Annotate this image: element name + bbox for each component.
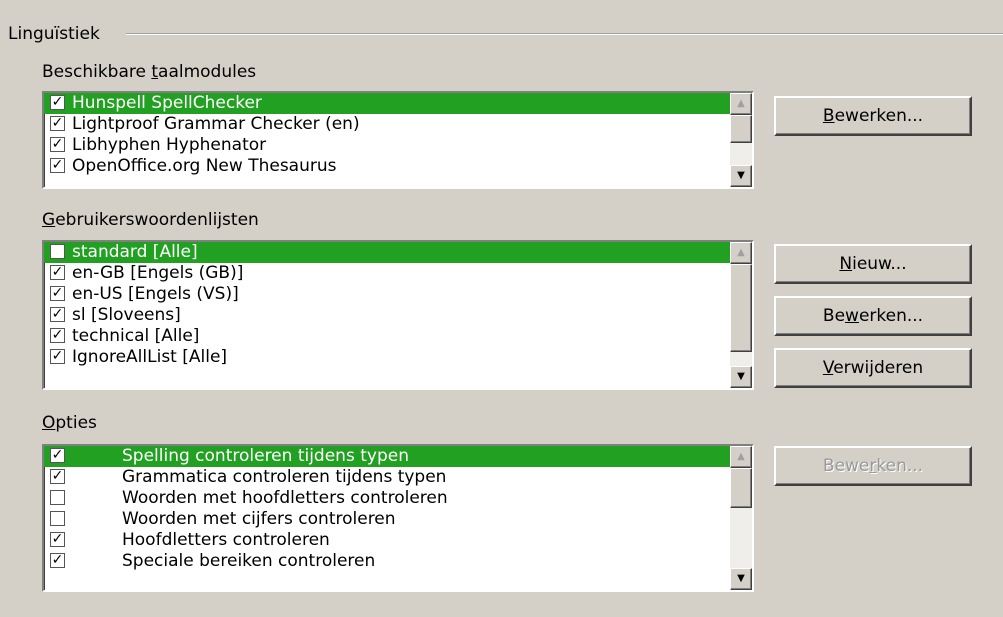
checkbox-checked-icon[interactable]: ✓ [50,448,65,463]
dictionaries-list: standard [Alle] ✓ en-GB [Engels (GB)] ✓ en-U… [44,242,730,388]
checkbox-unchecked-icon[interactable] [50,244,65,259]
list-item[interactable]: ✓ en-GB [Engels (GB)] [44,263,730,284]
scroll-up-icon[interactable]: ▲ [730,242,752,264]
list-item[interactable]: standard [Alle] [44,242,730,263]
list-item-label: IgnoreAllList [Alle] [72,347,228,367]
list-item-label: Woorden met hoofdletters controleren [122,488,448,508]
checkbox-unchecked-icon[interactable] [50,511,65,526]
list-item[interactable]: ✓ technical [Alle] [44,326,730,347]
group-title: Linguïstiek [8,24,100,44]
group-divider [126,33,1003,35]
checkbox-checked-icon[interactable]: ✓ [50,158,65,173]
checkbox-checked-icon[interactable]: ✓ [50,265,65,280]
scroll-down-icon[interactable]: ▼ [730,568,752,590]
checkbox-checked-icon[interactable]: ✓ [50,116,65,131]
scroll-up-icon[interactable]: ▲ [730,93,752,115]
checkbox-unchecked-icon[interactable] [50,490,65,505]
modules-listbox[interactable]: ✓ Hunspell SpellChecker ✓ Lightproof Gramma… [42,91,754,189]
list-item-label: Woorden met cijfers controleren [122,509,396,529]
checkbox-checked-icon[interactable]: ✓ [50,286,65,301]
new-dictionary-button[interactable]: Nieuw... [774,244,972,284]
scroll-thumb[interactable] [730,264,752,352]
checkbox-checked-icon[interactable]: ✓ [50,307,65,322]
list-item[interactable]: ✓ Hunspell SpellChecker [44,93,730,114]
list-item[interactable]: ✓ Hoofdletters controleren [44,530,730,551]
list-item-label: Grammatica controleren tijdens typen [122,467,447,487]
list-item-label: sl [Sloveens] [72,305,181,325]
list-item[interactable]: ✓ OpenOffice.org New Thesaurus [44,156,730,177]
options-edit-button[interactable]: Bewerken... [774,446,972,486]
delete-dictionary-button[interactable]: Verwijderen [774,348,972,388]
list-item-label: Hunspell SpellChecker [72,93,262,113]
list-item[interactable]: ✓ Grammatica controleren tijdens typen [44,467,730,488]
list-item[interactable]: ✓ Libhyphen Hyphenator [44,135,730,156]
list-item-label: Libhyphen Hyphenator [72,135,267,155]
list-item[interactable]: ✓ sl [Sloveens] [44,305,730,326]
scroll-up-icon[interactable]: ▲ [730,446,752,468]
list-item-label: OpenOffice.org New Thesaurus [72,156,337,176]
list-item-label: en-GB [Engels (GB)] [72,263,244,283]
list-item-label: technical [Alle] [72,326,200,346]
list-item[interactable]: ✓ en-US [Engels (VS)] [44,284,730,305]
modules-list: ✓ Hunspell SpellChecker ✓ Lightproof Gramma… [44,93,730,187]
checkbox-checked-icon[interactable]: ✓ [50,532,65,547]
checkbox-checked-icon[interactable]: ✓ [50,469,65,484]
list-item-label: standard [Alle] [72,242,198,262]
list-item[interactable]: ✓ Speciale bereiken controleren [44,551,730,572]
dictionaries-scrollbar[interactable]: ▲ ▼ [730,242,752,388]
checkbox-checked-icon[interactable]: ✓ [50,553,65,568]
edit-dictionary-button[interactable]: Bewerken... [774,296,972,336]
checkbox-checked-icon[interactable]: ✓ [50,95,65,110]
checkbox-checked-icon[interactable]: ✓ [50,328,65,343]
list-item-label: Hoofdletters controleren [122,530,330,550]
list-item[interactable]: Woorden met hoofdletters controleren [44,488,730,509]
list-item[interactable]: ✓ Lightproof Grammar Checker (en) [44,114,730,135]
dictionaries-listbox[interactable]: standard [Alle] ✓ en-GB [Engels (GB)] ✓ en-U… [42,240,754,390]
list-item-label: en-US [Engels (VS)] [72,284,239,304]
list-item-label: Spelling controleren tijdens typen [122,446,409,466]
scroll-thumb[interactable] [730,115,752,143]
checkbox-checked-icon[interactable]: ✓ [50,137,65,152]
scroll-thumb[interactable] [730,468,752,508]
list-item[interactable]: ✓ IgnoreAllList [Alle] [44,347,730,368]
modules-scrollbar[interactable]: ▲ ▼ [730,93,752,187]
scroll-down-icon[interactable]: ▼ [730,366,752,388]
list-item-label: Lightproof Grammar Checker (en) [72,114,360,134]
scroll-down-icon[interactable]: ▼ [730,165,752,187]
dictionaries-label: Gebruikerswoordenlijsten [42,210,259,230]
checkbox-checked-icon[interactable]: ✓ [50,349,65,364]
list-item[interactable]: Woorden met cijfers controleren [44,509,730,530]
options-scrollbar[interactable]: ▲ ▼ [730,446,752,590]
options-label: Opties [42,413,97,433]
list-item-label: Speciale bereiken controleren [122,551,376,571]
modules-label: Beschikbare taalmodules [42,62,257,82]
modules-edit-button[interactable]: Bewerken... [774,96,972,136]
list-item[interactable]: ✓ Spelling controleren tijdens typen [44,446,730,467]
options-list: ✓ Spelling controleren tijdens typen ✓ Gram… [44,446,730,590]
options-listbox[interactable]: ✓ Spelling controleren tijdens typen ✓ Gram… [42,444,754,592]
